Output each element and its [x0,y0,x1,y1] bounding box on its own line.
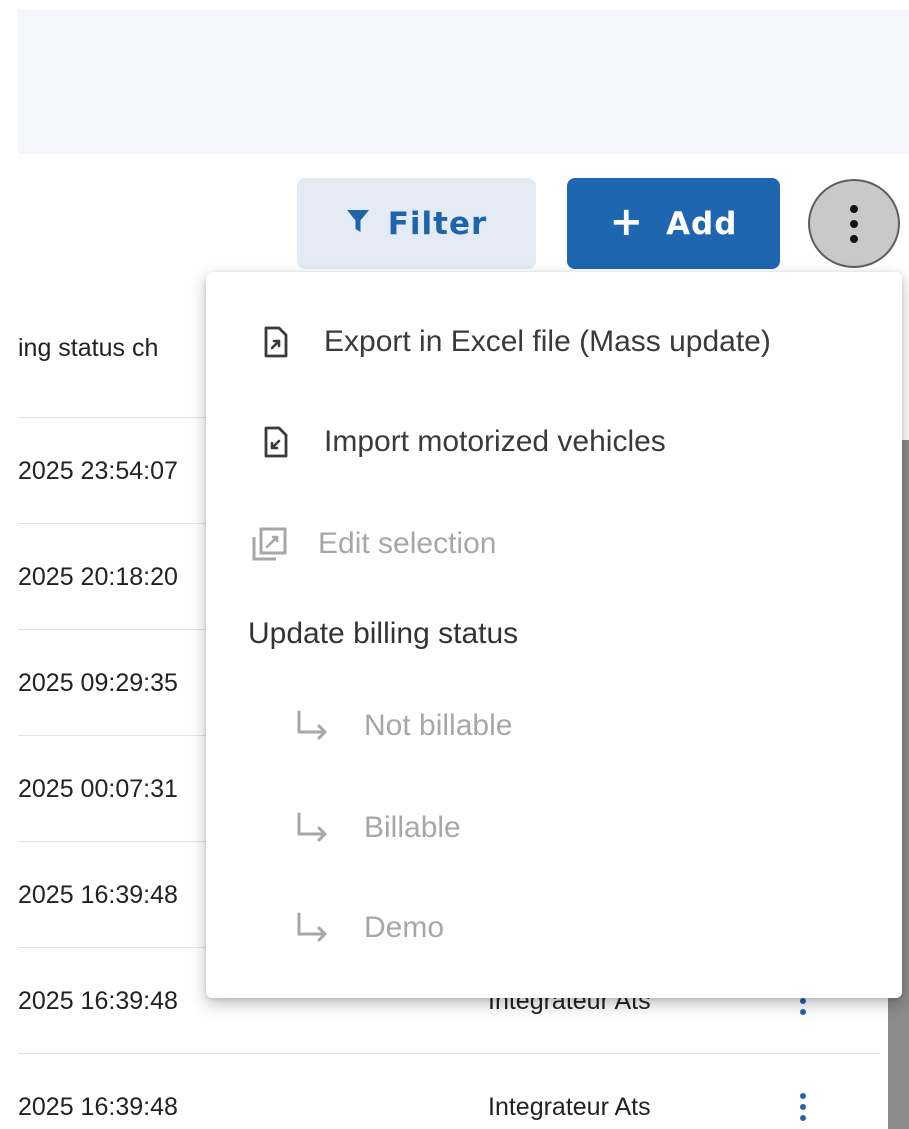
date-cell: 2025 23:54:07 [18,456,178,485]
section-header-label: Update billing status [248,617,519,650]
menu-item-edit-selection: Edit selection [206,494,902,594]
menu-item-export-excel[interactable]: Export in Excel file (Mass update) [206,292,902,392]
date-cell: 2025 16:39:48 [18,1092,178,1121]
menu-item-not-billable: Not billable [206,676,902,776]
menu-item-label: Not billable [364,709,513,742]
edit-selection-icon [250,524,290,564]
subdirectory-arrow-icon [292,908,332,948]
vertical-dots-icon [800,1093,806,1121]
plus-icon: + [609,198,645,245]
file-export-icon [256,322,296,362]
user-cell: Integrateur Ats [488,1092,651,1121]
vertical-dots-icon [850,204,858,243]
menu-item-label: Edit selection [318,527,497,560]
more-actions-button[interactable] [808,179,900,268]
add-button-label: Add [666,205,738,242]
menu-item-label: Billable [364,811,461,844]
top-banner [18,10,909,154]
date-cell: 2025 16:39:48 [18,880,178,909]
date-cell: 2025 16:39:48 [18,986,178,1015]
filter-button-label: Filter [387,205,488,242]
menu-item-billable: Billable [206,778,902,878]
billing-status-section-header: Update billing status [206,584,902,684]
subdirectory-arrow-icon [292,706,332,746]
date-cell: 2025 09:29:35 [18,668,178,697]
menu-item-demo: Demo [206,878,902,978]
date-cell: 2025 20:18:20 [18,562,178,591]
page: Filter + Add ing status ch 2025 23:54:07… [0,0,909,1129]
menu-item-label: Export in Excel file (Mass update) [324,325,771,358]
filter-button[interactable]: Filter [297,178,536,269]
more-actions-menu: Export in Excel file (Mass update) Impor… [206,272,902,998]
subdirectory-arrow-icon [292,808,332,848]
row-menu-button[interactable] [793,1054,813,1129]
menu-item-import-vehicles[interactable]: Import motorized vehicles [206,392,902,492]
date-cell: 2025 00:07:31 [18,774,178,803]
add-button[interactable]: + Add [567,178,780,269]
menu-item-label: Import motorized vehicles [324,425,666,458]
funnel-icon [346,206,370,242]
menu-item-label: Demo [364,911,445,944]
table-row[interactable]: 2025 16:39:48 Integrateur Ats [18,1053,880,1129]
file-import-icon [256,422,296,462]
